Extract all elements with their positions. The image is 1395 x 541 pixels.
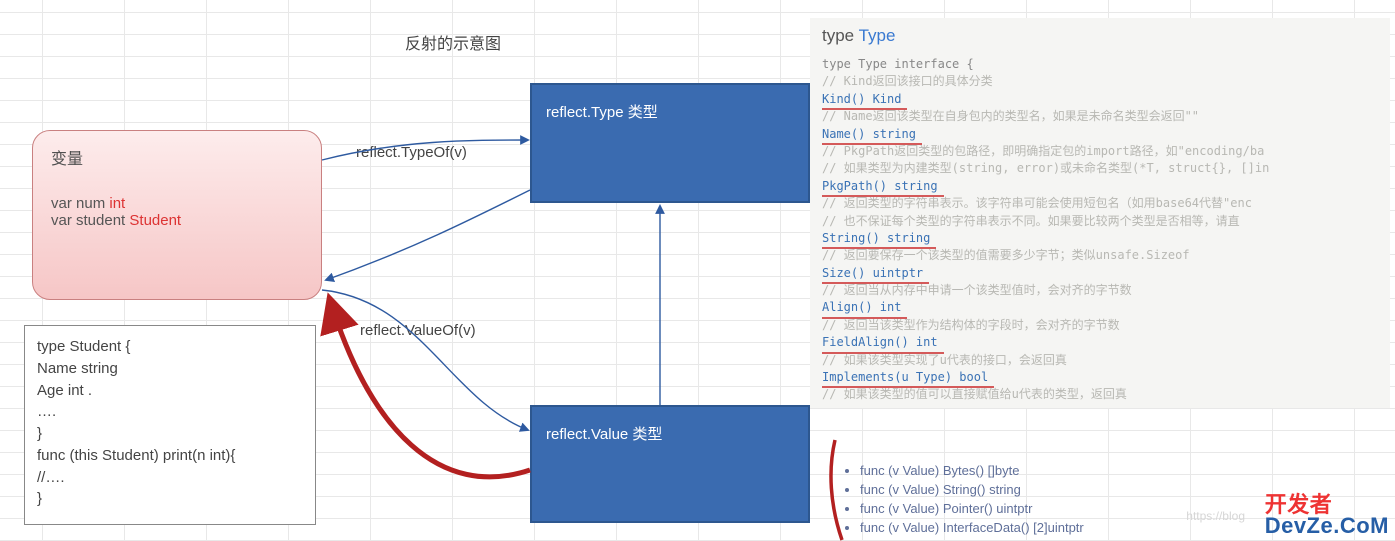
doc-title: type Type xyxy=(822,26,1378,46)
variable-line-num: var num int xyxy=(51,195,303,212)
value-func-list: func (v Value) Bytes() []byte func (v Va… xyxy=(842,462,1084,537)
list-item: func (v Value) Bytes() []byte xyxy=(860,462,1084,481)
list-item: func (v Value) Pointer() uintptr xyxy=(860,500,1084,519)
struct-definition-box: type Student { Name string Age int . …. … xyxy=(24,325,316,525)
valueof-label: reflect.ValueOf(v) xyxy=(360,322,476,339)
reflect-type-box: reflect.Type 类型 xyxy=(530,83,810,203)
variable-box: 变量 var num int var student Student xyxy=(32,130,322,300)
list-item: func (v Value) InterfaceData() [2]uintpt… xyxy=(860,519,1084,538)
list-item: func (v Value) String() string xyxy=(860,481,1084,500)
doc-code: type Type interface { // Kind返回该接口的具体分类 … xyxy=(822,56,1378,404)
watermark-logo: 开发者 DevZe.CoM xyxy=(1265,495,1389,537)
diagram-title: 反射的示意图 xyxy=(405,30,501,54)
variable-heading: 变量 xyxy=(51,145,303,169)
type-doc-panel: type Type type Type interface { // Kind返… xyxy=(810,18,1390,408)
reflect-value-box: reflect.Value 类型 xyxy=(530,405,810,523)
variable-line-student: var student Student xyxy=(51,212,303,229)
watermark-blog: https://blog xyxy=(1186,509,1245,523)
typeof-label: reflect.TypeOf(v) xyxy=(356,144,467,161)
